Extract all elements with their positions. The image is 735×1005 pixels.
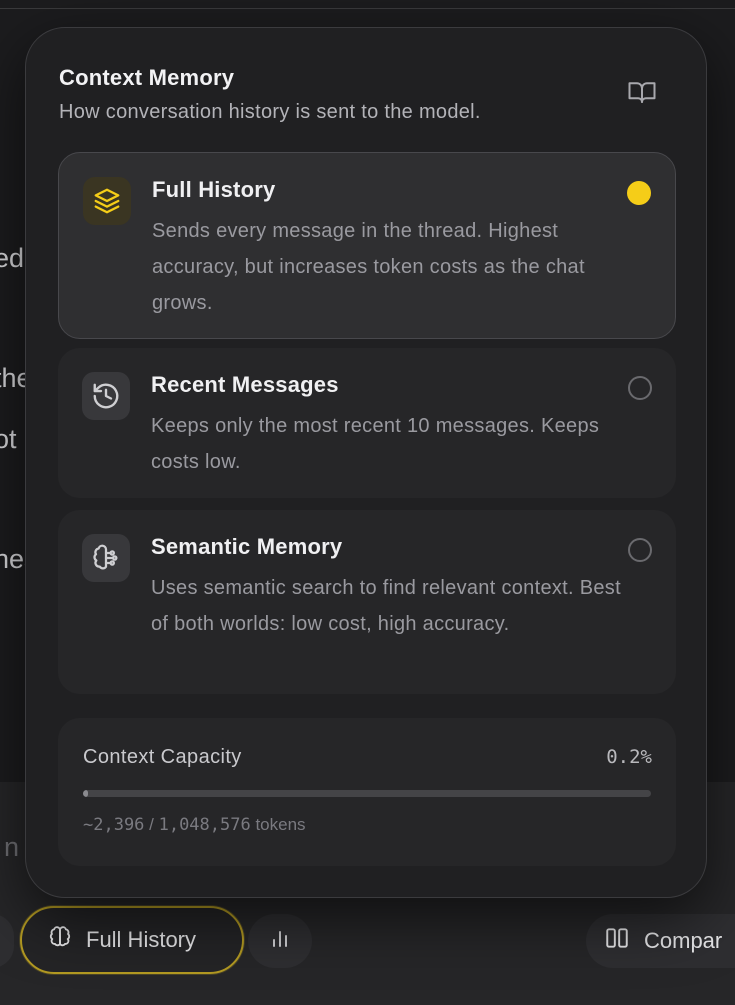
option-full-history[interactable]: Full History Sends every message in the … [58, 152, 676, 339]
popover-subtitle: How conversation history is sent to the … [59, 101, 481, 123]
brain-icon [48, 925, 72, 955]
docs-button[interactable] [624, 76, 660, 112]
columns-icon [604, 925, 630, 957]
tokens-unit: tokens [250, 815, 306, 834]
context-memory-button-label: Full History [86, 927, 197, 952]
capacity-progress-track [83, 790, 651, 797]
top-divider [0, 8, 735, 9]
option-title: Full History [152, 177, 276, 202]
capacity-label: Context Capacity [83, 746, 242, 768]
context-capacity-card: Context Capacity 0.2% ~2,396 / 1,048,576… [58, 718, 676, 866]
option-recent-messages[interactable]: Recent Messages Keeps only the most rece… [58, 348, 676, 498]
background-text-fragment: ot [0, 424, 17, 454]
tokens-used: ~2,396 [83, 815, 145, 835]
radio-selected[interactable] [627, 181, 651, 205]
option-description: Keeps only the most recent 10 messages. … [151, 415, 600, 473]
app-stage: ed, the ot nes n Full History Co [0, 0, 735, 1005]
compare-button-label: Compar [644, 928, 723, 953]
option-description: Uses semantic search to find relevant co… [151, 577, 621, 635]
bar-chart-icon [268, 926, 292, 956]
layers-icon [83, 177, 131, 225]
option-semantic-memory[interactable]: Semantic Memory Uses semantic search to … [58, 510, 676, 694]
context-memory-popover: Context Memory How conversation history … [25, 27, 707, 898]
tokens-total: 1,048,576 [158, 815, 251, 835]
tokens-separator: / [144, 815, 159, 834]
option-description: Sends every message in the thread. Highe… [152, 220, 585, 314]
book-open-icon [627, 77, 657, 112]
option-title: Semantic Memory [151, 534, 343, 559]
option-title: Recent Messages [151, 372, 339, 397]
stats-button[interactable] [248, 914, 312, 968]
capacity-progress-fill [83, 790, 88, 797]
capacity-token-count: ~2,396 / 1,048,576 tokens [83, 815, 306, 835]
capacity-percent: 0.2% [606, 746, 652, 768]
message-input-placeholder[interactable]: n [4, 832, 19, 863]
context-memory-button[interactable]: Full History [20, 906, 244, 974]
history-icon [82, 372, 130, 420]
compare-button[interactable]: Compar [586, 914, 735, 968]
radio-unselected[interactable] [628, 376, 652, 400]
popover-title: Context Memory [59, 65, 235, 90]
radio-unselected[interactable] [628, 538, 652, 562]
brain-icon [82, 534, 130, 582]
